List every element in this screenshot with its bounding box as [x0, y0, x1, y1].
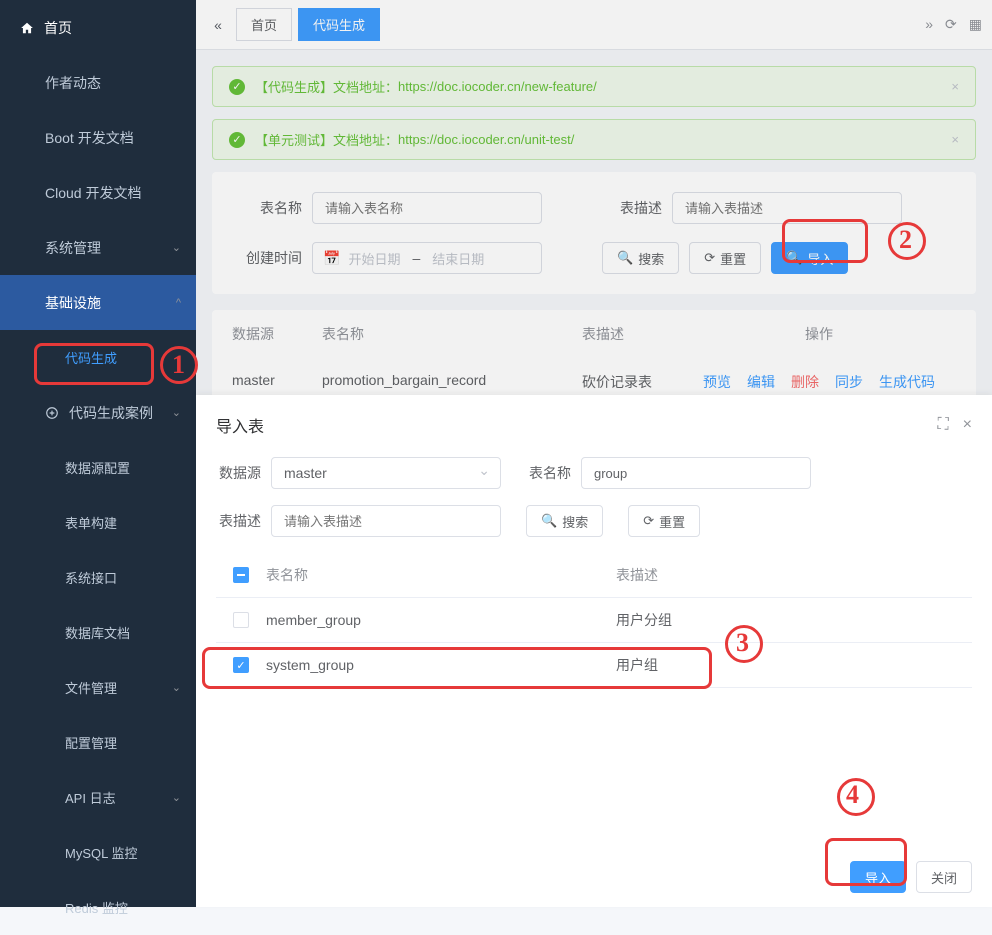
close-icon[interactable]: × — [951, 79, 959, 94]
calendar-icon: 📅 — [323, 250, 340, 267]
sidebar-item-author-news[interactable]: 作者动态 — [0, 55, 196, 110]
alert-link[interactable]: https://doc.iocoder.cn/unit-test/ — [398, 132, 574, 147]
sidebar-item-config-mgmt[interactable]: 配置管理 — [0, 715, 196, 770]
sidebar-item-boot-docs[interactable]: Boot 开发文档 — [0, 110, 196, 165]
checkbox-all[interactable] — [233, 567, 249, 583]
modal-table-row[interactable]: member_group 用户分组 — [216, 598, 972, 643]
sidebar-home[interactable]: 首页 — [0, 0, 196, 55]
sidebar-item-sys-api[interactable]: 系统接口 — [0, 550, 196, 605]
search-panel: 表名称 表描述 创建时间 📅 开始日期 – 结束日期 🔍搜索 ⟳重置 🔍导入 — [212, 172, 976, 294]
modal-close-button[interactable]: 关闭 — [916, 861, 972, 893]
tab-home[interactable]: 首页 — [236, 8, 292, 41]
reset-button[interactable]: ⟳重置 — [689, 242, 761, 274]
close-icon[interactable]: × — [951, 132, 959, 147]
modal-ds-select[interactable]: master — [271, 457, 501, 489]
date-range-picker[interactable]: 📅 开始日期 – 结束日期 — [312, 242, 542, 274]
modal-import-button[interactable]: 导入 — [850, 861, 906, 893]
chevron-down-icon: ⌄ — [172, 406, 181, 419]
checkbox[interactable] — [233, 612, 249, 628]
modal-th-name: 表名称 — [266, 565, 616, 585]
op-delete[interactable]: 删除 — [791, 372, 819, 392]
modal-table-row[interactable]: ✓ system_group 用户组 — [216, 643, 972, 688]
alert-unittest-docs: ✓ 【单元测试】文档地址： https://doc.iocoder.cn/uni… — [212, 119, 976, 160]
modal-table-head: 表名称 表描述 — [216, 553, 972, 598]
sidebar-item-form-build[interactable]: 表单构建 — [0, 495, 196, 550]
op-edit[interactable]: 编辑 — [747, 372, 775, 392]
table-name-label: 表名称 — [232, 198, 302, 218]
chevron-down-icon: ⌄ — [172, 791, 181, 804]
close-icon[interactable]: × — [963, 416, 972, 434]
modal-title: 导入表 — [216, 413, 264, 437]
modal-th-desc: 表描述 — [616, 565, 972, 585]
th-datasource: 数据源 — [232, 324, 322, 344]
sidebar-item-infra[interactable]: 基础设施^ — [0, 275, 196, 330]
modal-desc-input[interactable] — [271, 505, 501, 537]
modal-reset-button[interactable]: ⟳重置 — [628, 505, 700, 537]
check-icon: ✓ — [229, 132, 245, 148]
sidebar-item-file-mgmt[interactable]: 文件管理⌄ — [0, 660, 196, 715]
results-table: 数据源 表名称 表描述 操作 master promotion_bargain_… — [212, 310, 976, 406]
modal-ds-label: 数据源 — [216, 463, 261, 483]
import-icon: 🔍 — [786, 250, 802, 266]
sidebar-item-redis-monitor[interactable]: Redis 监控 — [0, 880, 196, 935]
sidebar: 首页 作者动态 Boot 开发文档 Cloud 开发文档 系统管理⌄ 基础设施^… — [0, 0, 196, 907]
chevron-down-icon: ⌄ — [172, 241, 181, 254]
sidebar-item-cloud-docs[interactable]: Cloud 开发文档 — [0, 165, 196, 220]
chevron-up-icon: ^ — [176, 297, 181, 309]
sidebar-item-api-log[interactable]: API 日志⌄ — [0, 770, 196, 825]
sidebar-item-codegen[interactable]: 代码生成 — [0, 330, 196, 385]
modal-name-label: 表名称 — [526, 463, 571, 483]
topbar: « 首页 代码生成 » ⟳ ▦ — [196, 0, 992, 50]
fullscreen-icon[interactable]: ⛶ — [937, 416, 948, 434]
checkbox[interactable]: ✓ — [233, 657, 249, 673]
plus-circle-icon — [45, 406, 59, 420]
search-icon: 🔍 — [541, 513, 557, 529]
refresh-icon[interactable]: ⟳ — [945, 16, 957, 33]
tab-codegen[interactable]: 代码生成 — [298, 8, 380, 41]
tabs-expand-icon[interactable]: » — [925, 16, 933, 33]
collapse-sidebar-icon[interactable]: « — [206, 17, 230, 33]
th-name: 表名称 — [322, 324, 582, 344]
refresh-icon: ⟳ — [643, 513, 654, 529]
import-button[interactable]: 🔍导入 — [771, 242, 848, 274]
th-desc: 表描述 — [582, 324, 682, 344]
sidebar-item-ds-config[interactable]: 数据源配置 — [0, 440, 196, 495]
create-time-label: 创建时间 — [232, 248, 302, 268]
sidebar-item-codegen-example[interactable]: 代码生成案例⌄ — [0, 385, 196, 440]
sidebar-item-mysql-monitor[interactable]: MySQL 监控 — [0, 825, 196, 880]
import-modal: 导入表 ⛶ × 数据源 master 表名称 表描述 🔍搜索 ⟳重置 — [196, 395, 992, 907]
op-sync[interactable]: 同步 — [835, 372, 863, 392]
table-name-input[interactable] — [312, 192, 542, 224]
sidebar-item-db-docs[interactable]: 数据库文档 — [0, 605, 196, 660]
search-icon: 🔍 — [617, 250, 633, 266]
refresh-icon: ⟳ — [704, 250, 715, 266]
check-icon: ✓ — [229, 79, 245, 95]
table-desc-input[interactable] — [672, 192, 902, 224]
modal-name-input[interactable] — [581, 457, 811, 489]
th-op: 操作 — [682, 324, 956, 344]
sidebar-item-system-mgmt[interactable]: 系统管理⌄ — [0, 220, 196, 275]
op-gen[interactable]: 生成代码 — [879, 372, 935, 392]
table-desc-label: 表描述 — [592, 198, 662, 218]
alert-link[interactable]: https://doc.iocoder.cn/new-feature/ — [398, 79, 597, 94]
modal-desc-label: 表描述 — [216, 511, 261, 531]
chevron-down-icon: ⌄ — [172, 681, 181, 694]
op-preview[interactable]: 预览 — [703, 372, 731, 392]
home-icon — [20, 21, 34, 35]
alert-codegen-docs: ✓ 【代码生成】文档地址： https://doc.iocoder.cn/new… — [212, 66, 976, 107]
grid-icon[interactable]: ▦ — [969, 16, 982, 33]
sidebar-home-label: 首页 — [44, 18, 72, 38]
modal-search-button[interactable]: 🔍搜索 — [526, 505, 603, 537]
search-button[interactable]: 🔍搜索 — [602, 242, 679, 274]
